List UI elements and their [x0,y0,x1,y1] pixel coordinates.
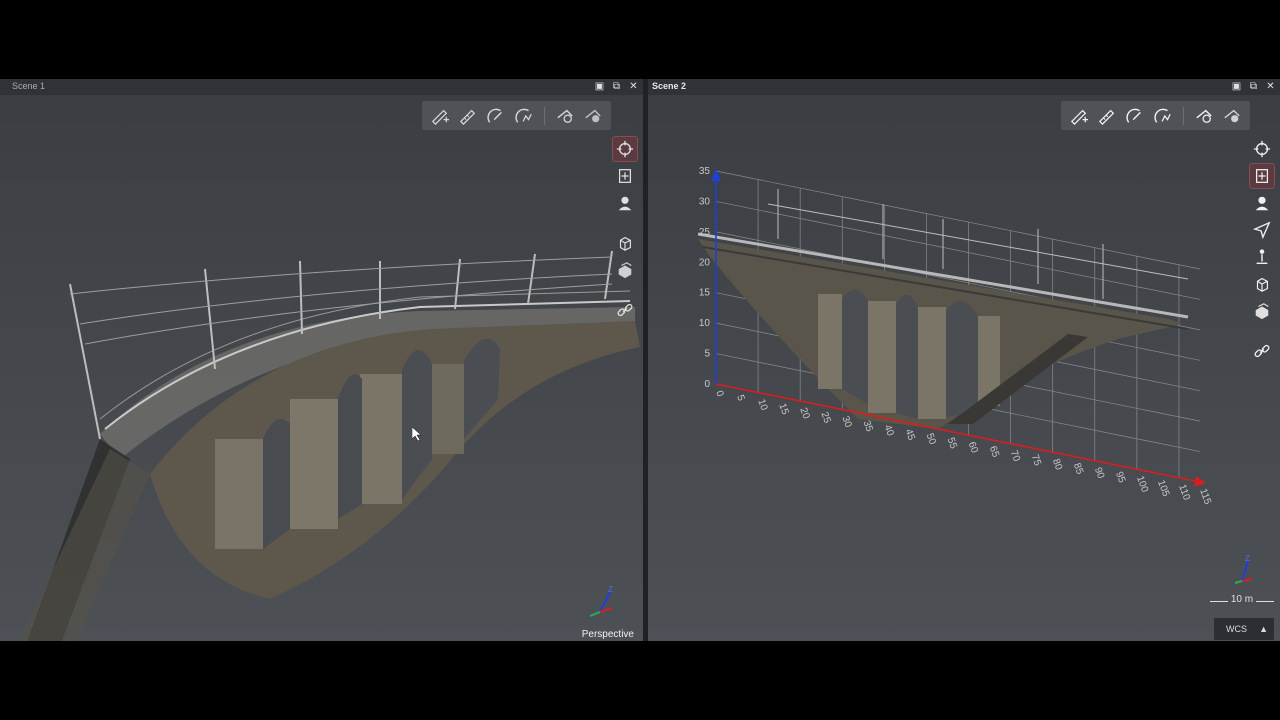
x-axis-tick-label: 100 [1134,474,1150,494]
measure-distance-icon[interactable] [456,104,480,128]
measure-polyline-icon[interactable] [512,104,536,128]
popout-icon[interactable]: ⧉ [1248,80,1259,93]
scene1-measure-toolbar [422,101,611,130]
scene2-viewport[interactable]: 0 5 10 15 20 25 30 35 0 5 10 15 20 25 30 35 40 45 50 55 60 6… [648,79,1280,641]
x-axis-tick-label: 40 [882,423,896,438]
coordinate-system-label: WCS [1226,624,1247,634]
scene1-titlebar: Scene 1 ▣ ⧉ ✕ [0,79,643,95]
measure-distance-icon[interactable] [1095,104,1119,128]
point-cloud-bridge-grid-view: 05101520253035 0 5 10 15 20 25 30 35 40 45 50 55 60 6… [697,166,1213,506]
z-axis-tick-label: 25 [699,227,711,238]
x-axis-tick-label: 70 [1008,449,1022,464]
x-axis-tick-label: 75 [1029,453,1043,468]
z-axis-tick-label: 20 [699,257,711,268]
link-icon[interactable] [613,298,637,322]
layout-icon[interactable]: ▣ [1231,80,1242,93]
x-axis-tick-label: 110 [1176,483,1192,502]
scene2-titlebar: Scene 2 ▣ ⧉ ✕ [648,79,1280,95]
measure-angle-icon[interactable] [484,104,508,128]
measure-clear-icon[interactable] [581,104,605,128]
axis-gizmo-icon: Z [1234,554,1253,584]
x-axis-tick-label: 5 [734,394,746,403]
z-axis-tick-label: 0 [704,379,710,390]
walk-icon[interactable] [1250,191,1274,215]
scene1-title: Scene 1 [12,81,46,91]
orbit-icon[interactable] [1250,137,1274,161]
x-axis-tick-label: 15 [776,402,790,417]
z-axis-tick-label: 30 [699,196,711,207]
z-axis-tick-label: 15 [699,288,711,299]
z-axis-tick-label: 10 [699,318,711,329]
svg-text:Z: Z [1245,554,1250,563]
scene1-navigation-toolbar [612,136,638,322]
x-axis-tick-label: 20 [797,406,811,421]
x-axis-tick-label: 0 [713,389,725,398]
coordinate-system-selector[interactable]: WCS ▲ [1214,618,1274,640]
x-axis-tick-label: 50 [924,432,938,447]
x-axis-tick-label: 30 [839,415,853,430]
layout-icon[interactable]: ▣ [594,80,605,93]
measure-add-icon[interactable] [428,104,452,128]
x-axis-tick-label: 55 [945,436,959,451]
top-view-icon[interactable] [613,231,637,255]
mouse-cursor-icon [412,427,422,441]
close-icon[interactable]: ✕ [628,80,639,93]
x-axis-tick-label: 25 [818,411,832,426]
fly-icon[interactable] [1250,218,1274,242]
scene2-title: Scene 2 [652,81,687,91]
pan-icon[interactable] [613,164,637,188]
x-axis-tick-label: 105 [1155,479,1171,499]
scene2-measure-toolbar [1061,101,1250,130]
x-axis-tick-label: 90 [1092,466,1106,481]
box-view-icon[interactable] [1250,299,1274,323]
z-axis-tick-label: 5 [704,349,710,360]
link-icon[interactable] [1250,339,1274,363]
orbit-icon[interactable] [612,136,638,162]
person-icon[interactable] [1250,245,1274,269]
scene2-navigation-toolbar [1249,137,1275,363]
point-cloud-bridge-perspective [20,250,640,641]
scene1-viewport[interactable]: Scene 1 ▣ ⧉ ✕ Z Perspective [0,79,643,641]
axis-gizmo-icon: Z [589,585,613,617]
x-axis-tick-label: 60 [966,440,980,455]
scale-bar: 10 m [1210,594,1274,608]
grid-line [715,170,1201,270]
x-axis-tick-label: 65 [987,445,1001,460]
x-axis-tick-label: 45 [903,428,917,443]
x-axis-tick-label: 80 [1050,457,1064,472]
popout-icon[interactable]: ⧉ [611,80,622,93]
close-icon[interactable]: ✕ [1265,80,1276,93]
projection-label[interactable]: Perspective [582,629,634,640]
x-axis-tick-label: 35 [860,419,874,434]
walk-icon[interactable] [613,191,637,215]
measure-clear-icon[interactable] [1220,104,1244,128]
x-axis-tick-label: 115 [1197,487,1213,506]
x-axis-tick-label: 85 [1071,462,1085,477]
x-axis-tick-label: 10 [755,398,769,413]
measure-delete-icon[interactable] [1192,104,1216,128]
measure-add-icon[interactable] [1067,104,1091,128]
pan-icon[interactable] [1249,163,1275,189]
x-axis-tick-label: 95 [1113,470,1127,485]
chevron-up-icon: ▲ [1259,624,1268,634]
scale-bar-label: 10 m [1227,594,1257,605]
measure-polyline-icon[interactable] [1151,104,1175,128]
measure-angle-icon[interactable] [1123,104,1147,128]
svg-text:Z: Z [608,585,613,594]
z-axis-tick-label: 35 [699,166,711,177]
top-view-icon[interactable] [1250,272,1274,296]
box-view-icon[interactable] [613,258,637,282]
measure-delete-icon[interactable] [553,104,577,128]
